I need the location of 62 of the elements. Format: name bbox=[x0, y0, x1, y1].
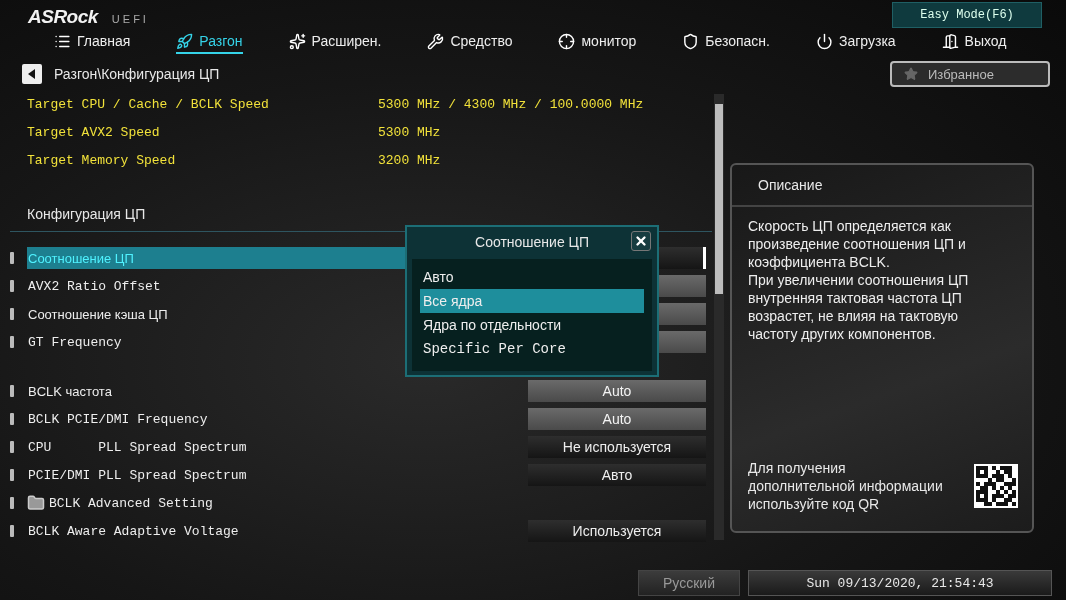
nav-tab[interactable]: Безопасн. bbox=[682, 32, 770, 54]
info-label: Target CPU / Cache / BCLK Speed bbox=[27, 96, 270, 112]
back-button[interactable] bbox=[22, 64, 42, 84]
tools-icon bbox=[427, 32, 445, 50]
popup-title: Соотношение ЦП bbox=[475, 233, 589, 252]
triangle-left-icon bbox=[28, 69, 36, 79]
value-field[interactable]: Используется bbox=[528, 520, 706, 542]
value-field[interactable]: Авто bbox=[528, 464, 706, 486]
setting-label[interactable]: PCIE/DMI PLL Spread Spectrum bbox=[27, 464, 527, 486]
info-label: Target Memory Speed bbox=[27, 152, 177, 168]
folder-icon bbox=[27, 494, 45, 512]
setting-label[interactable]: CPU PLL Spread Spectrum bbox=[27, 436, 527, 458]
popup-option[interactable]: Ядра по отдельности bbox=[420, 313, 644, 337]
qr-note: Для получения дополнительной информации используйте код QR bbox=[748, 459, 944, 513]
sparkle-icon bbox=[288, 32, 306, 50]
star-icon bbox=[904, 67, 918, 81]
language-button[interactable]: Русский bbox=[638, 570, 740, 596]
nav-tab[interactable]: Выход bbox=[941, 32, 1007, 54]
nav-tab[interactable]: Загрузка bbox=[816, 32, 896, 54]
row-bullet bbox=[10, 413, 14, 425]
shield-icon bbox=[682, 32, 700, 50]
qr-code-icon bbox=[974, 464, 1018, 508]
folder-item[interactable]: BCLK Advanced Setting bbox=[27, 494, 213, 512]
nav-tab[interactable]: монитор bbox=[558, 32, 637, 54]
power-icon bbox=[816, 32, 833, 50]
row-bullet bbox=[10, 252, 14, 264]
datetime-display: Sun 09/13/2020, 21:54:43 bbox=[748, 570, 1052, 596]
row-bullet bbox=[10, 497, 14, 509]
nav-tab[interactable]: Расширен. bbox=[288, 32, 382, 54]
nav-tab[interactable]: Разгон bbox=[176, 32, 243, 54]
setting-label[interactable]: BCLK Aware Adaptive Voltage bbox=[27, 520, 527, 542]
value-field[interactable]: Не используется bbox=[528, 436, 706, 458]
nav-tab[interactable]: Средство bbox=[427, 32, 513, 54]
row-bullet bbox=[10, 308, 14, 320]
door-icon bbox=[941, 32, 959, 50]
scrollbar[interactable] bbox=[714, 94, 724, 540]
nav-tab[interactable]: Главная bbox=[54, 32, 131, 54]
section-title: Конфигурация ЦП bbox=[27, 205, 146, 222]
favorites-button[interactable]: Избранное bbox=[890, 61, 1050, 87]
easy-mode-button[interactable]: Easy Mode(F6) bbox=[892, 2, 1042, 28]
row-bullet bbox=[10, 385, 14, 397]
row-bullet bbox=[10, 280, 14, 292]
breadcrumb: Разгон\Конфигурация ЦП bbox=[54, 66, 220, 82]
row-bullet bbox=[10, 469, 14, 481]
row-bullet bbox=[10, 441, 14, 453]
row-bullet bbox=[10, 336, 14, 348]
popup-option[interactable]: Авто bbox=[420, 265, 644, 289]
row-bullet bbox=[10, 525, 14, 537]
description-text: При увеличении соотношения ЦП внутренняя тактовая частота ЦП возрастет, не влияя на тактовую частоту других компонентов. bbox=[748, 271, 970, 343]
logo-subtitle: UEFI bbox=[111, 13, 149, 25]
info-label: Target AVX2 Speed bbox=[27, 124, 161, 140]
description-text: Скорость ЦП определяется как произведение соотношения ЦП и коэффициента BCLK. bbox=[748, 217, 967, 271]
popup-option[interactable]: Specific Per Core bbox=[420, 337, 644, 361]
rocket-icon bbox=[176, 32, 194, 50]
close-button[interactable] bbox=[631, 231, 651, 251]
logo: ASRock bbox=[28, 6, 98, 28]
close-icon bbox=[634, 234, 648, 248]
panel-title: Описание bbox=[758, 177, 823, 193]
info-value: 3200 MHz bbox=[378, 152, 442, 168]
info-value: 5300 MHz bbox=[378, 124, 442, 140]
info-value: 5300 MHz / 4300 MHz / 100.0000 MHz bbox=[378, 96, 645, 112]
crosshair-icon bbox=[558, 32, 576, 50]
